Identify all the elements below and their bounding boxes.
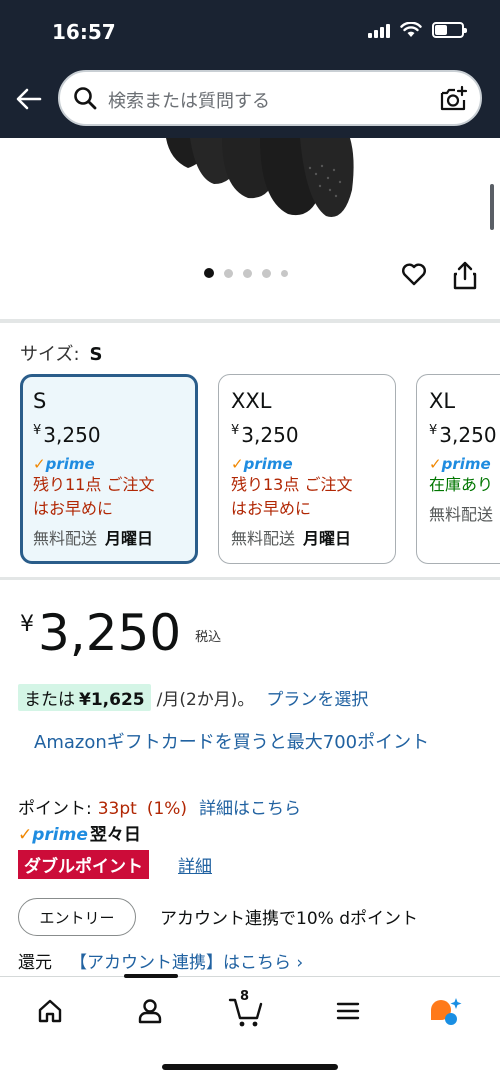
double-point-badge: ダブルポイント (18, 850, 149, 879)
installment-offer: または ¥1,625 /月(2か月)。 プランを選択 (18, 684, 368, 711)
double-point-details-link[interactable]: 詳細 (178, 852, 212, 877)
entry-button[interactable]: エントリー (18, 898, 136, 936)
carousel-dot[interactable] (262, 268, 271, 278)
divider (0, 319, 500, 323)
stock-status: 残り11点 ご注文 (33, 475, 155, 494)
carousel-dot[interactable] (281, 269, 288, 277)
image-scrollbar[interactable] (490, 184, 494, 230)
nav-cart[interactable]: 8 (226, 989, 266, 1031)
selected-size: S (89, 344, 103, 365)
nav-account[interactable] (130, 991, 170, 1031)
nav-indicator (124, 974, 178, 978)
size-option-xxl[interactable]: XXL ¥3,250 ✓prime 残り13点 ご注文 はお早めに 無料配送 月曜… (218, 374, 396, 564)
user-icon (138, 999, 162, 1024)
heart-icon[interactable] (400, 260, 428, 288)
share-icon[interactable] (452, 260, 478, 290)
select-plan-link[interactable]: プランを選択 (266, 685, 368, 710)
search-input[interactable]: 検索または質問する (108, 87, 270, 113)
prime-delivery: ✓prime 翌々日 (18, 825, 141, 845)
carousel-dot[interactable] (204, 268, 214, 278)
wifi-icon (400, 22, 422, 37)
prime-badge: ✓prime (429, 455, 491, 473)
shipping-info: 無料配送 (429, 505, 494, 524)
bottom-nav: 8 (0, 976, 500, 1080)
back-arrow-icon[interactable] (14, 84, 44, 114)
product-price: ¥ 3,250 税込 (20, 604, 222, 662)
prime-badge: ✓prime (33, 455, 95, 473)
installment-badge: または ¥1,625 (18, 684, 151, 711)
points-info: ポイント: 33pt (1%) 詳細はこちら (18, 799, 302, 819)
size-option-name: XL (429, 389, 456, 413)
dpoint-campaign-text: アカウント連携で10% dポイント (160, 909, 418, 929)
stock-status: はお早めに (231, 499, 312, 518)
home-icon (38, 999, 62, 1023)
top-bar: 16:57 検索または質問する (0, 0, 500, 138)
shipping-info: 無料配送 月曜日 (231, 529, 352, 548)
size-option-price: ¥3,250 (33, 423, 101, 447)
size-option-price: ¥3,250 (231, 423, 299, 447)
size-selector-label: サイズ: S (20, 344, 103, 365)
cart-count: 8 (240, 989, 250, 1004)
search-bar[interactable]: 検索または質問する (58, 70, 482, 126)
camera-search-icon[interactable] (438, 84, 468, 114)
size-option-s[interactable]: S ¥3,250 ✓prime 残り11点 ご注文 はお早めに 無料配送 月曜日 (20, 374, 198, 564)
divider (0, 577, 500, 580)
product-image[interactable] (160, 138, 360, 228)
home-indicator (162, 1064, 338, 1070)
menu-icon (336, 1002, 360, 1020)
carousel-dot[interactable] (224, 268, 233, 278)
signal-icon (368, 22, 390, 38)
size-option-xl[interactable]: XL ¥3,250 ✓prime 在庫あり 無料配送 (416, 374, 500, 564)
stock-status: 残り13点 ご注文 (231, 475, 353, 494)
dpoint-return-text: 還元 【アカウント連携】はこちら › (18, 953, 304, 973)
stock-status: 在庫あり (429, 475, 494, 494)
nav-rufus[interactable] (426, 991, 466, 1031)
shipping-info: 無料配送 月曜日 (33, 529, 154, 548)
status-time: 16:57 (52, 20, 116, 44)
carousel-dots[interactable] (204, 268, 288, 278)
gift-card-link[interactable]: Amazonギフトカードを買うと最大700ポイント (34, 730, 474, 756)
carousel-dot[interactable] (243, 268, 252, 278)
size-option-price: ¥3,250 (429, 423, 497, 447)
rufus-assistant-icon (431, 998, 462, 1025)
size-option-name: XXL (231, 389, 272, 413)
prime-badge: ✓prime (231, 455, 293, 473)
tax-note: 税込 (195, 630, 222, 645)
nav-menu[interactable] (328, 991, 368, 1031)
points-details-link[interactable]: 詳細はこちら (199, 799, 301, 819)
size-option-name: S (33, 389, 47, 413)
account-link[interactable]: 【アカウント連携】はこちら › (70, 953, 303, 973)
nav-home[interactable] (30, 991, 70, 1031)
stock-status: はお早めに (33, 499, 114, 518)
search-icon (74, 87, 97, 110)
battery-icon (432, 22, 467, 38)
status-icons (368, 22, 467, 38)
